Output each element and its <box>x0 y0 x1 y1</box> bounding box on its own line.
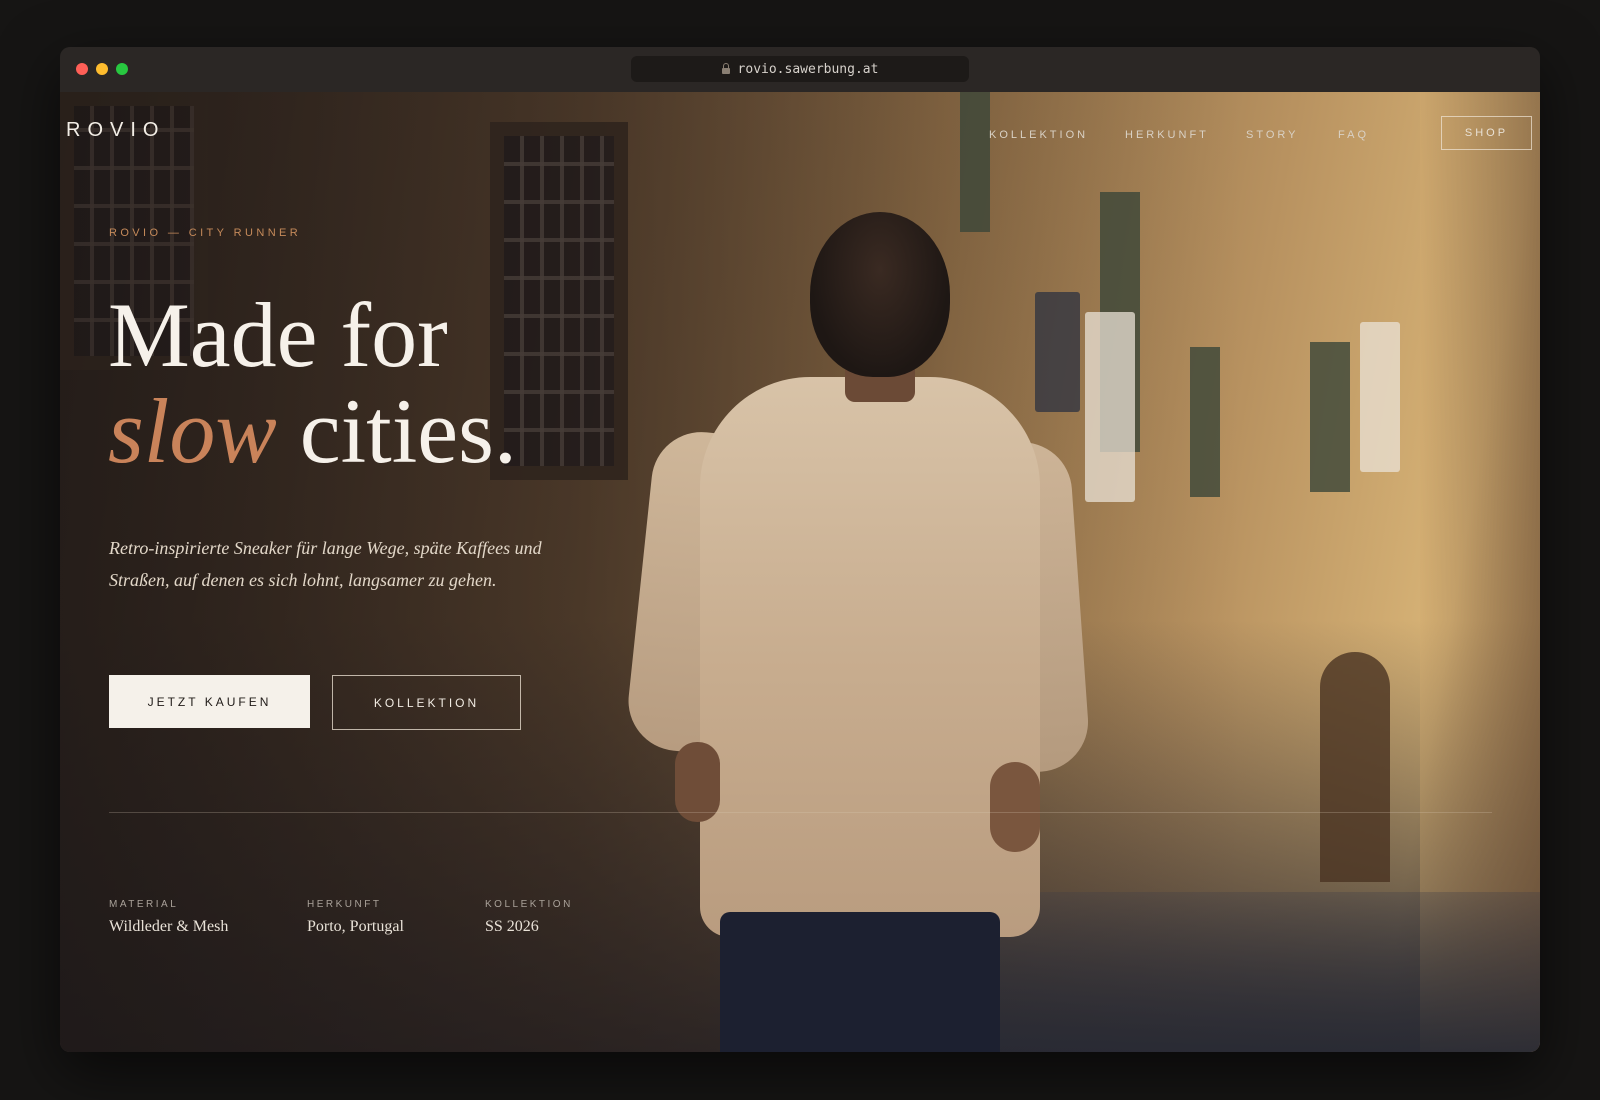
browser-window: rovio.sawerbung.at ROVIO KOLLEKTION HERK… <box>60 47 1540 1052</box>
hero-headline: Made for slow cities. <box>108 287 517 479</box>
hero-subtitle: Retro-inspirierte Sneaker für lange Wege… <box>109 538 542 590</box>
nav-herkunft[interactable]: HERKUNFT <box>1125 129 1209 141</box>
meta-origin: HERKUNFT Porto, Portugal <box>307 899 404 936</box>
hanging-laundry <box>1085 312 1135 502</box>
nav-kollektion[interactable]: KOLLEKTION <box>989 129 1088 141</box>
headline-line-2-rest: cities. <box>276 380 517 482</box>
minimize-window-icon[interactable] <box>96 63 108 75</box>
meta-collection: KOLLEKTION SS 2026 <box>485 899 573 936</box>
close-window-icon[interactable] <box>76 63 88 75</box>
building-door <box>1320 652 1390 882</box>
hero-eyebrow: ROVIO — CITY RUNNER <box>109 227 302 239</box>
meta-value: Wildleder & Mesh <box>109 918 229 935</box>
meta-label: KOLLEKTION <box>485 899 573 910</box>
browser-titlebar: rovio.sawerbung.at <box>60 47 1540 93</box>
nav-faq[interactable]: FAQ <box>1338 129 1369 141</box>
page-viewport: ROVIO KOLLEKTION HERKUNFT STORY FAQ SHOP… <box>60 92 1540 1052</box>
building-shutter <box>960 92 990 232</box>
building-shutter <box>1190 347 1220 497</box>
shop-button[interactable]: SHOP <box>1441 116 1532 150</box>
headline-line-1: Made for <box>108 284 448 386</box>
nav-story[interactable]: STORY <box>1246 129 1299 141</box>
building-shutter <box>1310 342 1350 492</box>
hanging-laundry <box>1360 322 1400 472</box>
meta-value: Porto, Portugal <box>307 918 404 935</box>
address-bar[interactable]: rovio.sawerbung.at <box>631 56 969 82</box>
headline-accent-word: slow <box>108 380 277 482</box>
collection-button[interactable]: KOLLEKTION <box>332 675 521 730</box>
headline-line-2: slow cities. <box>108 383 517 479</box>
hero-divider <box>109 812 1492 813</box>
meta-value: SS 2026 <box>485 918 539 935</box>
hanging-laundry <box>1035 292 1080 412</box>
maximize-window-icon[interactable] <box>116 63 128 75</box>
url-text: rovio.sawerbung.at <box>737 61 879 77</box>
meta-material: MATERIAL Wildleder & Mesh <box>109 899 228 936</box>
site-logo[interactable]: ROVIO <box>66 119 165 142</box>
lock-icon <box>721 63 730 74</box>
buy-now-button[interactable]: JETZT KAUFEN <box>109 675 310 728</box>
meta-label: MATERIAL <box>109 899 179 910</box>
meta-label: HERKUNFT <box>307 899 382 910</box>
